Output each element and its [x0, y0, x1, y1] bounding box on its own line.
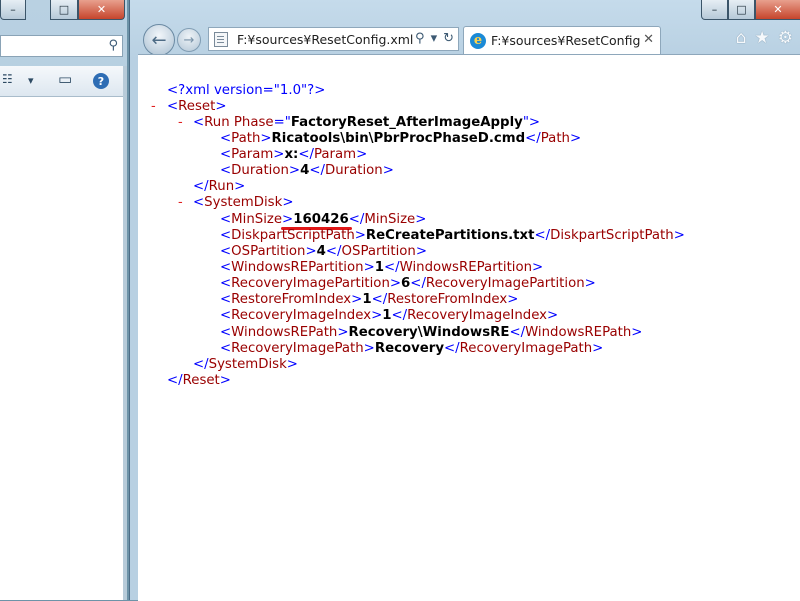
run-close-tag: </Run> [193, 179, 246, 194]
windowsrepath-element: <WindowsREPath>Recovery\WindowsRE</Windo… [220, 325, 643, 340]
refresh-icon[interactable]: ↻ [443, 31, 454, 46]
gear-icon[interactable]: ⚙ [778, 28, 793, 48]
close-tab-icon[interactable]: ✕ [643, 32, 654, 47]
forward-button[interactable]: → [177, 28, 201, 52]
address-url[interactable]: F:¥sources¥ResetConfig.xml [237, 32, 413, 47]
maximize-button[interactable]: □ [50, 0, 78, 20]
back-button[interactable]: ← [143, 24, 175, 56]
chevron-down-icon[interactable]: ▾ [28, 74, 34, 87]
page-content: <?xml version="1.0"?> - <Reset> - <Run P… [138, 54, 800, 601]
close-button[interactable]: ✕ [78, 0, 125, 20]
help-icon[interactable]: ? [93, 73, 109, 89]
explorer-search-input[interactable]: ⚲ [0, 35, 123, 57]
background-explorer-window: – □ ✕ ⚲ ☷ ▾ ▭ ? [0, 0, 127, 600]
path-element: <Path>Ricatools\bin\PbrProcPhaseD.cmd</P… [220, 131, 582, 146]
home-icon[interactable]: ⌂ [736, 28, 747, 48]
reset-open-tag: <Reset> [167, 99, 227, 114]
maximize-button[interactable]: □ [728, 0, 755, 20]
view-options-icon[interactable]: ☷ [2, 72, 13, 86]
browser-toolbar: ⌂ ★ ⚙ [736, 28, 793, 48]
address-bar-buttons: ⚲ ▾ ↻ [415, 31, 454, 46]
browser-window: – □ ✕ ← → F:¥sources¥ResetConfig.xml ⚲ ▾… [129, 0, 800, 601]
collapse-toggle-reset[interactable]: - [151, 99, 156, 115]
tab-title: F:¥sources¥ResetConfig.... [491, 33, 641, 48]
minimize-button[interactable]: – [0, 0, 26, 20]
xml-declaration: <?xml version="1.0"?> [167, 83, 326, 98]
search-icon[interactable]: ⚲ [108, 38, 118, 53]
xml-document: <?xml version="1.0"?> - <Reset> - <Run P… [138, 55, 800, 601]
ospartition-element: <OSPartition>4</OSPartition> [220, 244, 428, 259]
arrow-left-icon: ← [151, 29, 167, 51]
duration-element: <Duration>4</Duration> [220, 163, 394, 178]
explorer-window-edge [123, 66, 127, 600]
chevron-down-icon[interactable]: ▾ [431, 31, 438, 46]
address-bar[interactable]: F:¥sources¥ResetConfig.xml ⚲ ▾ ↻ [208, 27, 459, 51]
preview-pane-icon[interactable]: ▭ [58, 70, 72, 88]
explorer-toolbar: ☷ ▾ ▭ ? [0, 66, 127, 97]
restorefromindex-element: <RestoreFromIndex>1</RestoreFromIndex> [220, 292, 519, 307]
close-button[interactable]: ✕ [755, 0, 800, 20]
minimize-button[interactable]: – [701, 0, 728, 20]
systemdisk-open-tag: <SystemDisk> [193, 195, 294, 210]
internet-explorer-icon: e [470, 32, 486, 49]
recoveryimageindex-element: <RecoveryImageIndex>1</RecoveryImageInde… [220, 308, 559, 323]
explorer-content-pane [0, 97, 123, 600]
search-icon[interactable]: ⚲ [415, 31, 425, 46]
param-element: <Param>x:</Param> [220, 147, 368, 162]
recoveryimagepath-element: <RecoveryImagePath>Recovery</RecoveryIma… [220, 341, 604, 356]
systemdisk-close-tag: </SystemDisk> [193, 357, 298, 372]
reset-close-tag: </Reset> [167, 373, 231, 388]
favorites-star-icon[interactable]: ★ [755, 28, 770, 48]
arrow-right-icon: → [183, 32, 195, 48]
window-controls: – □ ✕ [701, 0, 800, 20]
run-open-tag: <Run Phase="FactoryReset_AfterImageApply… [193, 115, 541, 130]
minsize-element: <MinSize>160426</MinSize> [220, 212, 427, 227]
diskpartscriptpath-element: <DiskpartScriptPath>ReCreatePartitions.t… [220, 228, 685, 243]
tab-resetconfig[interactable]: e F:¥sources¥ResetConfig.... ✕ [463, 26, 661, 54]
recoveryimagepartition-element: <RecoveryImagePartition>6</RecoveryImage… [220, 276, 596, 291]
page-icon [214, 31, 228, 47]
collapse-toggle-run[interactable]: - [178, 115, 183, 131]
windowsrepartition-element: <WindowsREPartition>1</WindowsREPartitio… [220, 260, 544, 275]
collapse-toggle-systemdisk[interactable]: - [178, 195, 183, 211]
explorer-titlebar: – □ ✕ [0, 0, 127, 24]
